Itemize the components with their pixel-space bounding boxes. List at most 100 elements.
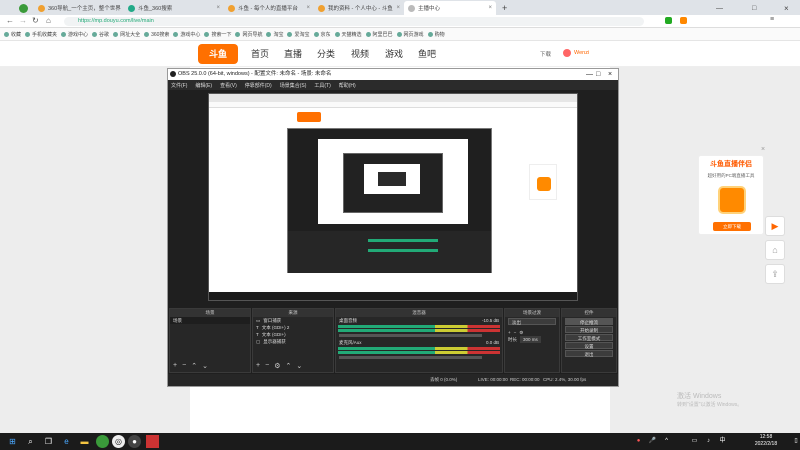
volume-icon[interactable]: ♪ bbox=[702, 435, 715, 448]
transition-select[interactable]: 淡出 bbox=[508, 318, 556, 325]
bookmark-item[interactable]: 淘宝 bbox=[266, 31, 283, 38]
nav-category[interactable]: 分类 bbox=[317, 47, 335, 60]
gear-icon[interactable]: ⚙ bbox=[274, 362, 280, 370]
url-input[interactable]: https://mp.douyu.com/live/main bbox=[64, 17, 644, 26]
obs-icon[interactable]: ● bbox=[128, 435, 141, 448]
exit-button[interactable]: 退出 bbox=[565, 350, 613, 357]
bookmark-item[interactable]: 网址大全 bbox=[113, 31, 140, 38]
source-item[interactable]: T 文本 (GDI+) bbox=[253, 331, 333, 338]
close-icon[interactable]: × bbox=[396, 5, 400, 11]
minimize-icon[interactable]: — bbox=[586, 69, 593, 80]
volume-slider[interactable] bbox=[339, 334, 482, 337]
move-down-icon[interactable]: ⌄ bbox=[202, 362, 208, 370]
username[interactable]: Wenzi bbox=[574, 50, 589, 56]
settings-button[interactable]: 设置 bbox=[565, 342, 613, 349]
new-tab-icon[interactable]: + bbox=[498, 1, 510, 15]
ime-icon[interactable]: 中 bbox=[716, 435, 729, 448]
add-icon[interactable]: + bbox=[508, 329, 511, 336]
bookmark-item[interactable]: 谷歌 bbox=[92, 31, 109, 38]
chrome-icon[interactable]: ◎ bbox=[112, 435, 125, 448]
nav-fishbar[interactable]: 鱼吧 bbox=[418, 47, 436, 60]
bookmark-item[interactable]: 购物 bbox=[427, 31, 445, 38]
gear-icon[interactable]: ⚙ bbox=[519, 329, 523, 336]
avatar[interactable] bbox=[563, 49, 571, 57]
menu-view[interactable]: 查看(V) bbox=[220, 82, 237, 89]
forward-icon[interactable]: → bbox=[19, 16, 27, 25]
menu-scene-collection[interactable]: 场景集合(S) bbox=[280, 82, 307, 89]
edge-icon[interactable]: e bbox=[60, 435, 73, 448]
douyu-logo[interactable]: 斗鱼 bbox=[198, 44, 238, 64]
mic-icon[interactable]: 🎤 bbox=[646, 435, 659, 448]
browser-logo-icon[interactable] bbox=[16, 1, 34, 15]
maximize-icon[interactable]: □ bbox=[748, 1, 764, 15]
folder-icon[interactable]: ▬ bbox=[78, 435, 91, 448]
volume-slider[interactable] bbox=[339, 356, 482, 359]
remove-icon[interactable]: − bbox=[265, 362, 269, 370]
duration-input[interactable]: 300 ms bbox=[520, 336, 541, 343]
menu-icon[interactable]: ≡ bbox=[770, 16, 774, 23]
network-icon[interactable]: ▭ bbox=[688, 435, 701, 448]
remove-icon[interactable]: − bbox=[514, 329, 517, 336]
home-icon[interactable]: ⌂ bbox=[765, 240, 785, 260]
source-item[interactable]: T 文本 (GDI+) 2 bbox=[253, 324, 333, 331]
tray-icon[interactable]: ● bbox=[632, 435, 645, 448]
nav-home[interactable]: 首页 bbox=[251, 47, 269, 60]
bookmark-item[interactable]: 网页导航 bbox=[235, 31, 262, 38]
bookmark-item[interactable]: 360搜索 bbox=[144, 31, 169, 38]
maximize-icon[interactable]: □ bbox=[596, 69, 600, 80]
clock[interactable]: 12:58 2022/2/18 bbox=[740, 434, 792, 450]
windows-start-icon[interactable]: ⊞ bbox=[6, 435, 19, 448]
task-view-icon[interactable]: ❐ bbox=[42, 435, 55, 448]
browser-360-icon[interactable] bbox=[96, 435, 109, 448]
promo-card[interactable]: × 斗鱼直播伴侣 超好用的PC端直播工具 立即下载 bbox=[698, 146, 765, 235]
bookmark-item[interactable]: 手机收藏夹 bbox=[25, 31, 57, 38]
add-icon[interactable]: + bbox=[173, 362, 177, 370]
stop-streaming-button[interactable]: 停止推流 bbox=[565, 318, 613, 325]
obs-preview[interactable] bbox=[208, 93, 578, 301]
chevron-up-icon[interactable]: ^ bbox=[660, 435, 673, 448]
notification-icon[interactable]: ▯ bbox=[792, 435, 800, 448]
menu-tools[interactable]: 工具(T) bbox=[314, 82, 330, 89]
tab-4[interactable]: 我的资料 - 个人中心 - 斗鱼 × bbox=[314, 1, 404, 15]
source-item[interactable]: ▢ 显示器捕获 bbox=[253, 338, 333, 345]
scene-item[interactable]: 场景 bbox=[170, 317, 250, 324]
tab-1[interactable]: 360导航_一个主页，整个世界× bbox=[34, 1, 124, 15]
bookmark-item[interactable]: 京东 bbox=[313, 31, 331, 38]
menu-edit[interactable]: 编辑(E) bbox=[195, 82, 212, 89]
source-item[interactable]: ▭ 窗口捕获 bbox=[253, 317, 333, 324]
tab-2[interactable]: 斗鱼_360搜索 × bbox=[124, 1, 224, 15]
bookmark-item[interactable]: 游戏中心 bbox=[173, 31, 200, 38]
tab-5[interactable]: 主播中心 × bbox=[404, 1, 496, 15]
home-icon[interactable]: ⌂ bbox=[46, 16, 51, 25]
bookmark-item[interactable]: 阿里巴巴 bbox=[365, 31, 393, 38]
bookmark-item[interactable]: 收藏 bbox=[4, 31, 21, 38]
tab-3[interactable]: 斗鱼 - 每个人的直播平台 × bbox=[224, 1, 314, 15]
studio-mode-button[interactable]: 工作室模式 bbox=[565, 334, 613, 341]
app-icon[interactable] bbox=[146, 435, 159, 448]
start-recording-button[interactable]: 开始录制 bbox=[565, 326, 613, 333]
menu-help[interactable]: 帮助(H) bbox=[339, 82, 356, 89]
download-button[interactable]: 立即下载 bbox=[713, 222, 751, 231]
reload-icon[interactable]: ↻ bbox=[32, 16, 39, 25]
share-icon[interactable]: ⇪ bbox=[765, 264, 785, 284]
close-icon[interactable]: × bbox=[761, 146, 765, 153]
close-icon[interactable]: × bbox=[306, 5, 310, 11]
download-link[interactable]: 下载 bbox=[540, 50, 551, 58]
bookmark-item[interactable]: 天猫精选 bbox=[334, 31, 362, 38]
extension-icon[interactable] bbox=[680, 17, 687, 24]
close-icon[interactable]: × bbox=[216, 5, 220, 11]
search-icon[interactable]: ⌕ bbox=[24, 435, 37, 448]
move-down-icon[interactable]: ⌄ bbox=[296, 362, 302, 370]
remove-icon[interactable]: − bbox=[182, 362, 186, 370]
bookmark-item[interactable]: 搜索一下 bbox=[204, 31, 231, 38]
window-close-icon[interactable]: × bbox=[608, 69, 612, 80]
back-icon[interactable]: ← bbox=[6, 16, 14, 25]
extension-icon[interactable] bbox=[665, 17, 672, 24]
close-icon[interactable]: × bbox=[488, 5, 492, 11]
bookmark-item[interactable]: 爱淘宝 bbox=[287, 31, 310, 38]
window-close-icon[interactable]: × bbox=[780, 1, 796, 15]
nav-game[interactable]: 游戏 bbox=[385, 47, 403, 60]
menu-docks[interactable]: 停靠部件(D) bbox=[245, 82, 272, 89]
move-up-icon[interactable]: ⌃ bbox=[191, 362, 197, 370]
bookmark-item[interactable]: 网页游戏 bbox=[396, 31, 424, 38]
